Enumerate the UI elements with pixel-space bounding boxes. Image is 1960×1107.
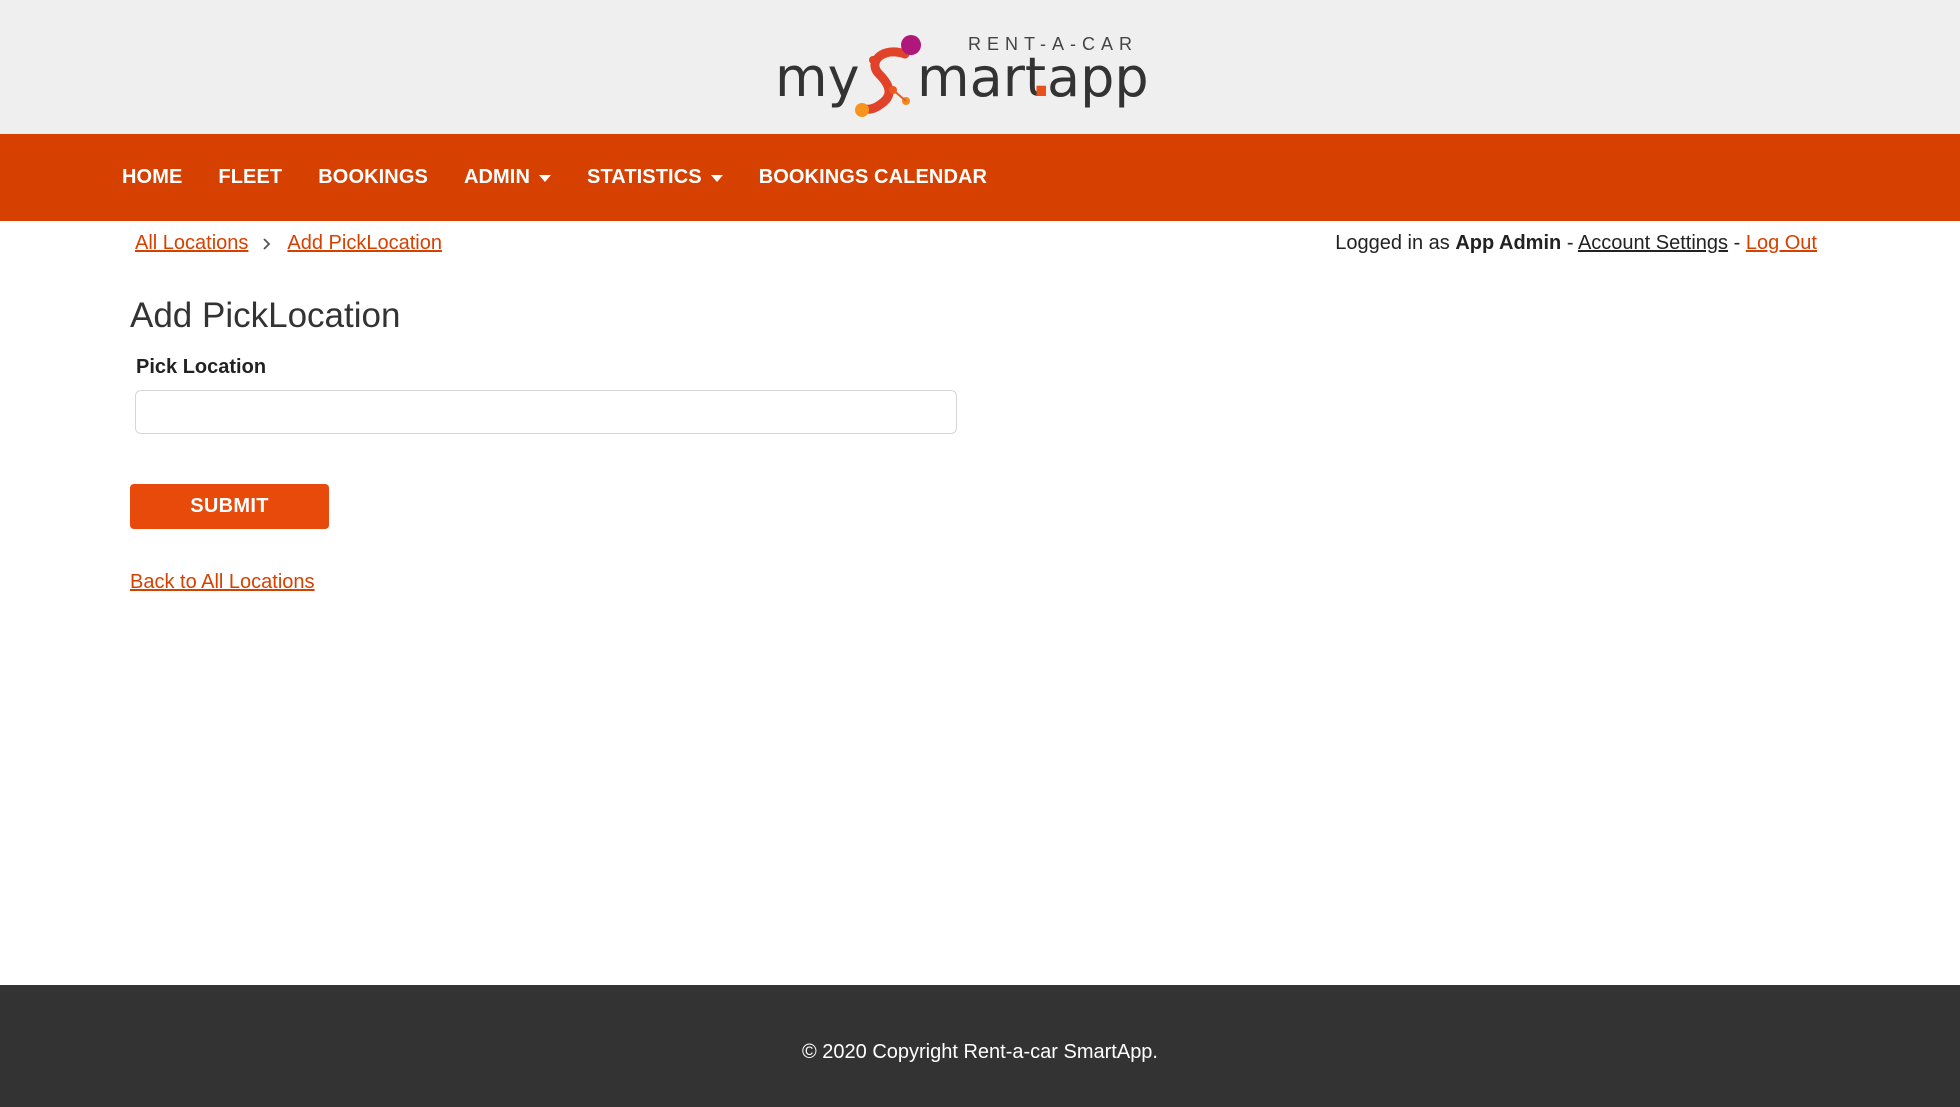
nav-bookings-calendar[interactable]: BOOKINGS CALENDAR (759, 166, 987, 189)
chevron-right-icon (262, 237, 271, 251)
nav-statistics-dropdown[interactable]: STATISTICS (587, 166, 723, 189)
page-title: Add PickLocation (130, 296, 401, 335)
pick-location-label: Pick Location (136, 356, 267, 378)
header-band: RENT-A-CAR my mart . app (0, 0, 1960, 134)
breadcrumb-add-picklocation[interactable]: Add PickLocation (287, 232, 442, 255)
nav-bookings-calendar-label: BOOKINGS CALENDAR (758, 166, 988, 188)
nav-bookings[interactable]: BOOKINGS (318, 166, 428, 189)
user-name: App Admin (1455, 232, 1562, 254)
nav-fleet[interactable]: FLEET (218, 166, 282, 189)
user-separator: - (1566, 232, 1574, 254)
submit-button[interactable]: SUBMIT (130, 484, 329, 529)
molecule-s-logo-icon (855, 35, 921, 117)
nav-home-label: HOME (122, 166, 183, 188)
nav-admin-label: ADMIN (463, 166, 530, 188)
caret-down-icon (710, 175, 723, 182)
footer-copyright: © 2020 Copyright Rent-a-car SmartApp. (801, 1041, 1158, 1063)
nav-admin-dropdown[interactable]: ADMIN (464, 166, 551, 189)
logged-in-prefix: Logged in as (1335, 232, 1450, 254)
logout-link[interactable]: Log Out (1746, 232, 1817, 254)
nav-bookings-label: BOOKINGS (318, 166, 428, 188)
pick-location-input[interactable] (135, 390, 957, 434)
brand-middle: mart (917, 46, 1046, 109)
nav-home[interactable]: HOME (122, 166, 182, 189)
user-bar: Logged in as App Admin - Account Setting… (1335, 232, 1817, 255)
footer: © 2020 Copyright Rent-a-car SmartApp. (0, 985, 1960, 1107)
nav-fleet-label: FLEET (218, 166, 283, 188)
main-nav: HOME FLEET BOOKINGS ADMIN STATISTICS BOO… (0, 134, 1960, 221)
caret-down-icon (539, 175, 551, 182)
brand-prefix: my (775, 46, 860, 109)
brand-suffix: app (1047, 46, 1149, 109)
breadcrumb-all-locations[interactable]: All Locations (135, 232, 248, 255)
user-separator: - (1733, 232, 1741, 254)
breadcrumb: All Locations Add PickLocation (135, 232, 442, 255)
back-to-all-locations-link[interactable]: Back to All Locations (130, 571, 315, 594)
account-settings-link[interactable]: Account Settings (1578, 232, 1728, 254)
nav-statistics-label: STATISTICS (587, 166, 702, 188)
brand-logo[interactable]: RENT-A-CAR my mart . app (771, 26, 1153, 118)
